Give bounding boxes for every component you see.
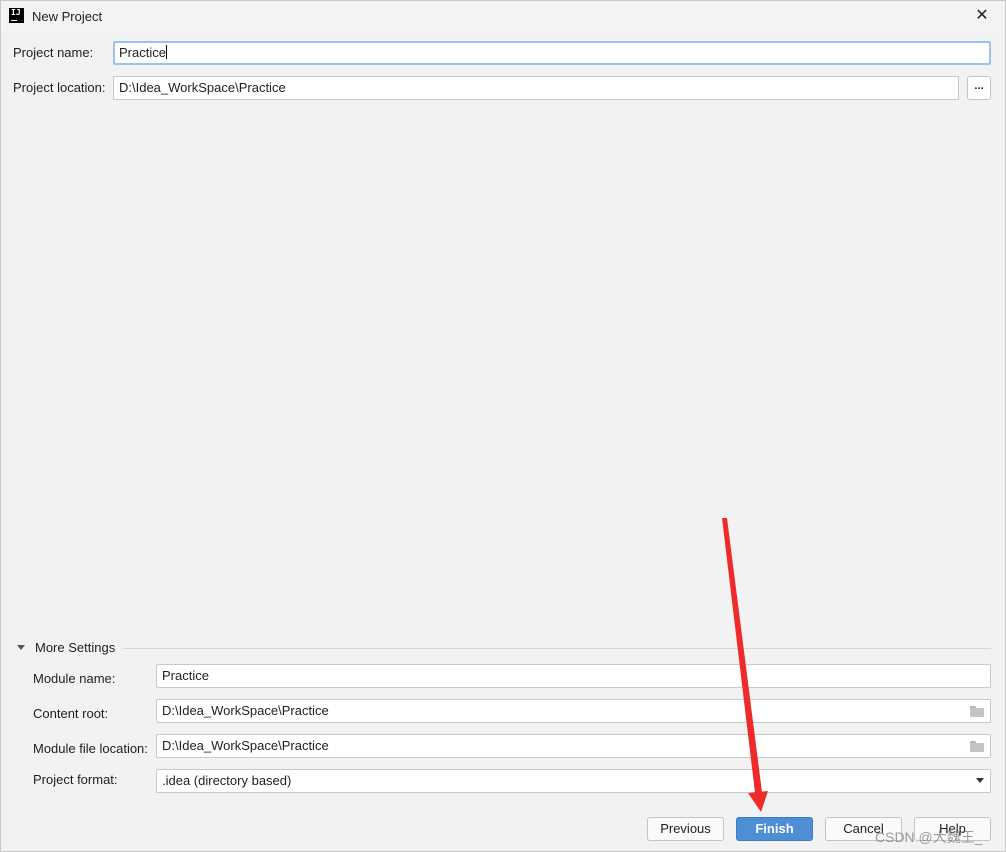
combo-arrow-icon[interactable] [976, 778, 984, 783]
module-file-location-label: Module file location: [33, 741, 148, 756]
project-name-input[interactable]: Practice [113, 41, 991, 65]
project-format-select[interactable]: .idea (directory based) [156, 769, 991, 793]
text-caret [165, 45, 167, 59]
folder-icon[interactable] [970, 706, 984, 717]
finish-button[interactable]: Finish [736, 817, 813, 841]
previous-button[interactable]: Previous [647, 817, 724, 841]
triangle-down-icon [17, 645, 25, 650]
content-root-label: Content root: [33, 706, 109, 721]
close-icon[interactable]: ✕ [969, 4, 995, 28]
intellij-app-icon: IJ [9, 8, 24, 23]
more-settings-title: More Settings [35, 640, 116, 655]
folder-icon[interactable] [970, 741, 984, 752]
watermark: CSDN @大魏王_ [875, 829, 983, 845]
content-root-input[interactable]: D:\Idea_WorkSpace\Practice [156, 699, 991, 723]
project-name-value: Practice [119, 45, 166, 60]
window-title: New Project [32, 9, 103, 24]
project-location-label: Project location: [13, 80, 106, 95]
project-format-label: Project format: [33, 772, 118, 787]
module-name-label: Module name: [33, 671, 116, 686]
new-project-dialog: IJ New Project ✕ Project name: Practice … [0, 0, 1006, 852]
project-location-input[interactable]: D:\Idea_WorkSpace\Practice [113, 76, 959, 100]
more-settings-toggle[interactable]: More Settings [15, 639, 991, 657]
project-name-label: Project name: [13, 45, 94, 60]
browse-location-button[interactable]: ... [967, 76, 991, 100]
module-file-location-input[interactable]: D:\Idea_WorkSpace\Practice [156, 734, 991, 758]
module-name-input[interactable]: Practice [156, 664, 991, 688]
section-divider [123, 648, 991, 649]
title-bar: IJ New Project ✕ [1, 1, 1005, 32]
